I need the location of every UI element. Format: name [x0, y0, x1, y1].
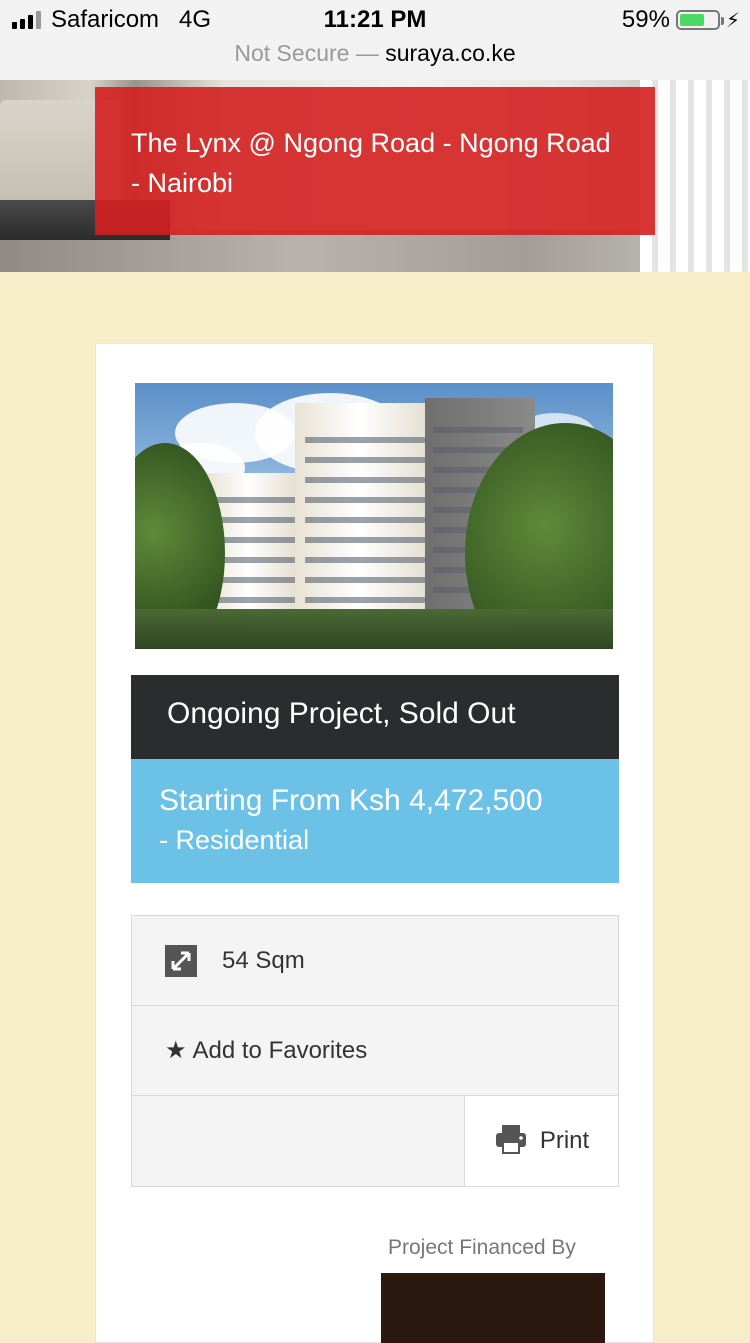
price-text: Starting From Ksh 4,472,500	[159, 784, 543, 817]
actions-row: Print	[132, 1096, 618, 1186]
ios-status-bar: Safaricom 4G 11:21 PM 59% ⚡ Not Secure —…	[0, 0, 750, 80]
battery-icon	[675, 10, 724, 30]
project-status-text: Ongoing Project, Sold Out	[167, 697, 516, 730]
security-label: Not Secure —	[234, 40, 379, 66]
url-host: suraya.co.ke	[385, 40, 516, 66]
printer-icon	[494, 1123, 528, 1160]
property-title-banner: The Lynx @ Ngong Road - Ngong Road - Nai…	[95, 87, 655, 235]
battery-percent: 59%	[621, 6, 670, 33]
details-table: 54 Sqm ★ Add to Favorites Print	[131, 915, 619, 1187]
financed-by-label: Project Financed By	[388, 1236, 576, 1259]
star-icon: ★	[165, 1037, 187, 1064]
battery-status: 59% ⚡	[622, 6, 740, 34]
hero-image: The Lynx @ Ngong Road - Ngong Road - Nai…	[0, 80, 750, 272]
favorites-row: ★ Add to Favorites	[132, 1006, 618, 1096]
print-button[interactable]: Print	[464, 1096, 618, 1186]
resize-arrows-icon	[165, 944, 197, 977]
property-title: The Lynx @ Ngong Road - Ngong Road - Nai…	[131, 128, 611, 198]
address-bar[interactable]: Not Secure — suraya.co.ke	[0, 40, 750, 67]
project-status: Ongoing Project, Sold Out	[131, 675, 619, 759]
charging-icon: ⚡	[725, 9, 740, 32]
area-value: 54 Sqm	[222, 946, 305, 974]
add-to-favorites-link[interactable]: ★ Add to Favorites	[165, 1036, 367, 1065]
price-box: Starting From Ksh 4,472,500 - Residentia…	[131, 759, 619, 883]
print-label: Print	[539, 1127, 590, 1154]
area-row: 54 Sqm	[132, 916, 618, 1006]
property-photo[interactable]	[135, 383, 613, 649]
financier-logo[interactable]	[381, 1273, 605, 1343]
category-text: - Residential	[159, 825, 310, 855]
favorites-label: Add to Favorites	[192, 1036, 368, 1064]
